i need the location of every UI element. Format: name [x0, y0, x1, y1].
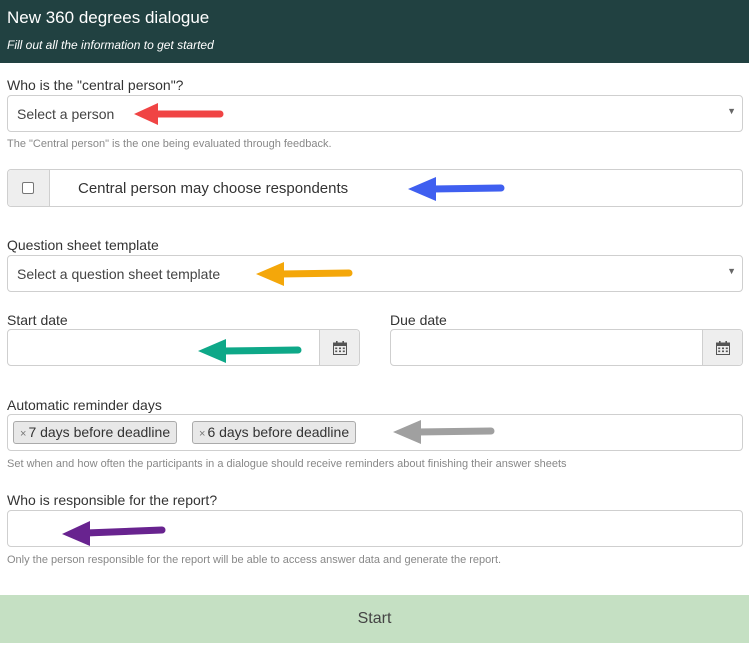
central-person-placeholder: Select a person — [17, 106, 115, 122]
checkbox-addon — [8, 170, 50, 206]
dialog-header: New 360 degrees dialogue Fill out all th… — [0, 0, 749, 63]
respondents-checkbox[interactable] — [22, 182, 34, 194]
chevron-down-icon: ▼ — [727, 266, 736, 276]
due-date-calendar-button[interactable] — [702, 330, 742, 365]
reminders-help: Set when and how often the participants … — [7, 458, 567, 470]
remove-tag-icon[interactable]: × — [199, 428, 205, 440]
dialog-subtitle: Fill out all the information to get star… — [7, 38, 214, 52]
reminder-tag[interactable]: × 6 days before deadline — [192, 421, 357, 444]
dialog-title: New 360 degrees dialogue — [7, 8, 210, 27]
chevron-down-icon: ▼ — [727, 106, 736, 116]
calendar-icon — [333, 341, 347, 355]
template-label: Question sheet template — [7, 237, 159, 253]
green-arrow-icon — [198, 339, 302, 363]
blue-arrow-icon — [408, 177, 505, 201]
orange-arrow-icon — [256, 262, 353, 286]
start-date-input[interactable] — [7, 329, 360, 366]
reminders-tag-input[interactable]: × 7 days before deadline × 6 days before d… — [7, 414, 743, 451]
respondents-option: Central person may choose respondents — [7, 169, 743, 207]
template-select[interactable]: Select a question sheet template ▼ — [7, 255, 743, 292]
gray-arrow-icon — [393, 420, 495, 444]
responsible-help: Only the person responsible for the repo… — [7, 554, 502, 566]
due-date-label: Due date — [390, 312, 447, 328]
reminder-tag-label: 7 days before deadline — [28, 424, 171, 440]
purple-arrow-icon — [62, 521, 166, 546]
central-person-label: Who is the "central person"? — [7, 77, 184, 93]
responsible-label: Who is responsible for the report? — [7, 492, 218, 508]
start-date-calendar-button[interactable] — [319, 330, 359, 365]
due-date-input[interactable] — [390, 329, 743, 366]
reminders-label: Automatic reminder days — [7, 397, 162, 413]
reminder-tag[interactable]: × 7 days before deadline — [13, 421, 178, 444]
start-button[interactable]: Start — [0, 595, 749, 643]
remove-tag-icon[interactable]: × — [20, 428, 26, 440]
central-person-select[interactable]: Select a person ▼ — [7, 95, 743, 132]
reminder-tag-label: 6 days before deadline — [207, 424, 350, 440]
red-arrow-icon — [134, 103, 224, 125]
start-date-label: Start date — [7, 312, 68, 328]
central-person-help: The "Central person" is the one being ev… — [7, 138, 332, 150]
template-placeholder: Select a question sheet template — [17, 266, 221, 282]
respondents-option-label: Central person may choose respondents — [78, 180, 349, 197]
calendar-icon — [716, 341, 730, 355]
